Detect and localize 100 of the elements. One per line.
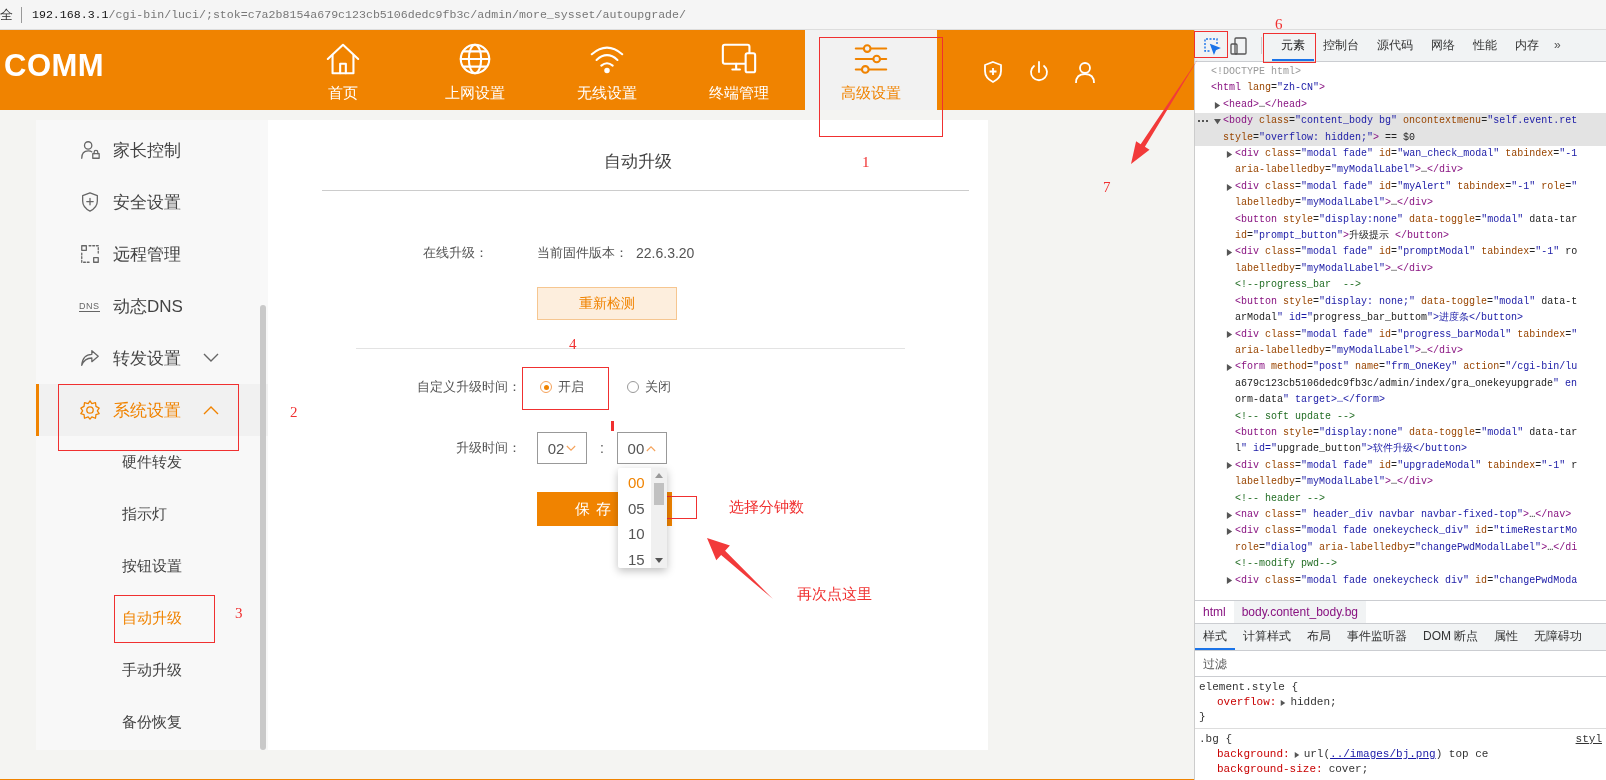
- styles-tab[interactable]: 属性: [1486, 624, 1527, 650]
- dom-node[interactable]: <div class="modal fade" id="upgradeModal" tabindex="-1" r labelledby="myModalLabel">…</div>: [1195, 457, 1606, 491]
- shield-icon: [79, 191, 101, 213]
- css-declaration: overflow: hidden;: [1216, 695, 1338, 710]
- sidebar-subitem[interactable]: 指示灯: [122, 505, 167, 522]
- field-label: 自定义升级时间：: [416, 378, 522, 396]
- gear-icon: [79, 399, 101, 421]
- dom-node[interactable]: <div class="modal fade" id="progress_barModal" tabindex=" aria-labelledby="myModalLabel">…</div>: [1195, 326, 1606, 360]
- devtools-tab[interactable]: 控制台: [1314, 30, 1368, 61]
- inspect-icon[interactable]: [1202, 35, 1222, 56]
- code-line: <!-- soft update -->: [1235, 409, 1356, 424]
- code-line: <nav class=" header_div navbar navbar-fixed-top">…</nav>: [1235, 507, 1572, 522]
- code-line: <div class="modal fade" id="progress_barModal" tabindex=": [1235, 327, 1578, 342]
- devtools-tab[interactable]: 内存: [1506, 30, 1548, 61]
- expand-triangle-icon[interactable]: [1293, 751, 1300, 758]
- dom-node[interactable]: <div class="modal fade onekeycheck_div" id="timeRestartMo role="dialog" aria-labelledby="changePwdModalLabel">…</di: [1195, 523, 1606, 557]
- code-line: labelledby="myModalLabel">…</div>: [1235, 261, 1435, 276]
- css-selector: element.style {: [1199, 680, 1299, 695]
- dropdown-option[interactable]: 05: [617, 495, 651, 521]
- sidebar-subitem[interactable]: 备份恢复: [122, 713, 182, 730]
- expand-triangle-icon[interactable]: [1226, 183, 1233, 191]
- styles-tab[interactable]: DOM 断点: [1415, 624, 1487, 650]
- sidebar-item[interactable]: 转发设置: [36, 332, 268, 384]
- dom-node[interactable]: <button style="display: none;" data-toggle="modal" data-t arModal" id="progress_bar_buttom">进度条</button>: [1195, 293, 1606, 327]
- dom-node[interactable]: <html lang="zh-CN">: [1195, 80, 1606, 97]
- sidebar-subitem[interactable]: 硬件转发: [122, 453, 182, 470]
- expand-triangle-icon[interactable]: [1226, 331, 1233, 339]
- code-line: labelledby="myModalLabel">…</div>: [1235, 196, 1435, 211]
- power-icon[interactable]: [1027, 60, 1051, 84]
- sidebar-item[interactable]: 安全设置: [36, 176, 268, 228]
- more-icon[interactable]: [1197, 120, 1208, 123]
- scroll-down-icon[interactable]: [654, 558, 663, 563]
- dom-node[interactable]: <!-- soft update -->: [1195, 408, 1606, 425]
- code-line: <!-- header -->: [1235, 491, 1325, 506]
- user-icon[interactable]: [1073, 60, 1097, 84]
- devtools-tab[interactable]: 源代码: [1368, 30, 1422, 61]
- dom-node[interactable]: <form method="post" name="frm_OneKey" action="/cgi-bin/lu a679c123cb5106dedc9fb3c/admin/index/gra_onekeyupgrade" en orm-data" target>…</form>: [1195, 359, 1606, 409]
- devtools-tab[interactable]: 元素: [1272, 30, 1314, 61]
- css-declaration: background: url(../images/bj.png) top ce: [1216, 747, 1490, 762]
- dom-node[interactable]: <!-- header -->: [1195, 490, 1606, 507]
- code-line: orm-data" target>…</form>: [1235, 393, 1387, 408]
- styles-tab[interactable]: 计算样式: [1235, 624, 1299, 650]
- styles-tab[interactable]: 事件监听器: [1339, 624, 1415, 650]
- code-line: style="overflow: hidden;"> == $0: [1223, 130, 1417, 145]
- source-link[interactable]: styl: [1575, 732, 1602, 747]
- code-line: <button style="display:none" data-toggle="modal" data-tar: [1235, 212, 1578, 227]
- breadcrumb-item[interactable]: html: [1195, 601, 1234, 623]
- scroll-thumb[interactable]: [653, 483, 664, 505]
- styles-tab[interactable]: 布局: [1299, 624, 1339, 650]
- shield-plus-icon[interactable]: [981, 60, 1005, 84]
- scrollbar[interactable]: [260, 305, 266, 750]
- dom-node[interactable]: <div class="modal fade" id="myAlert" tabindex="-1" role=" labelledby="myModalLabel">…</div>: [1195, 178, 1606, 212]
- dropdown-option[interactable]: 15: [617, 546, 651, 572]
- dom-node[interactable]: <body class="content_body bg" oncontextmenu="self.event.ret style="overflow: hidden;"> == $0: [1195, 113, 1606, 147]
- scrollbar[interactable]: [650, 468, 667, 568]
- dom-node[interactable]: <nav class=" header_div navbar navbar-fixed-top">…</nav>: [1195, 506, 1606, 524]
- styles-tab[interactable]: 样式: [1195, 624, 1235, 650]
- annotation-label: 选择分钟数: [729, 498, 804, 517]
- expand-triangle-icon[interactable]: [1226, 511, 1233, 519]
- sidebar-subitem[interactable]: 按钮设置: [122, 557, 182, 574]
- sidebar-subitem[interactable]: 手动升级: [122, 661, 182, 678]
- remote-icon: [79, 243, 101, 265]
- device-toolbar-icon[interactable]: [1229, 35, 1249, 56]
- breadcrumb-item[interactable]: body.content_body.bg: [1233, 601, 1366, 623]
- expand-triangle-icon[interactable]: [1226, 150, 1233, 158]
- devtools-tab[interactable]: 性能: [1464, 30, 1506, 61]
- sidebar-item[interactable]: DNS 动态DNS: [36, 280, 268, 332]
- dom-node[interactable]: <div class="modal fade" id="promptModal" tabindex="-1" ro labelledby="myModalLabel">…</div>: [1195, 244, 1606, 278]
- radio-option[interactable]: 关闭: [627, 378, 671, 396]
- dom-node[interactable]: <!--progress_bar -->: [1195, 277, 1606, 294]
- expand-triangle-icon[interactable]: [1226, 577, 1233, 585]
- code-line: labelledby="myModalLabel">…</div>: [1235, 475, 1435, 490]
- expand-triangle-icon[interactable]: [1280, 699, 1287, 706]
- chevron-icon[interactable]: [203, 353, 219, 363]
- devtools-tab[interactable]: 网络: [1422, 30, 1464, 61]
- expand-triangle-icon[interactable]: [1226, 528, 1233, 536]
- more-tabs-button[interactable]: »: [1548, 30, 1567, 61]
- dom-node[interactable]: <!--modify pwd-->: [1195, 556, 1606, 573]
- expand-triangle-icon[interactable]: [1214, 101, 1221, 109]
- dom-node[interactable]: <button style="display:none" data-toggle="modal" data-tar l" id="upgrade_button">软件升级</button>: [1195, 424, 1606, 458]
- expand-triangle-icon[interactable]: [1226, 364, 1233, 371]
- field-label: 升级时间：: [455, 439, 522, 457]
- sidebar-item[interactable]: 远程管理: [36, 228, 268, 280]
- styles-tab[interactable]: 无障碍功: [1526, 624, 1591, 650]
- expand-triangle-icon[interactable]: [1214, 117, 1221, 125]
- dom-node[interactable]: <div class="modal fade onekeycheck div" id="changePwdModa: [1195, 572, 1606, 589]
- minute-select[interactable]: 00: [616, 432, 667, 464]
- dom-node[interactable]: <button style="display:none" data-toggle="modal" data-tar id="prompt_button">升级提示 </button>: [1195, 211, 1606, 245]
- radio-option[interactable]: 开启: [540, 378, 584, 396]
- dom-node[interactable]: <div class="modal fade" id="wan_check_modal" tabindex="-1 aria-labelledby="myModalLabel">…</div>: [1195, 146, 1606, 179]
- sidebar-item[interactable]: 家长控制: [36, 124, 268, 176]
- annotation-box: [1263, 33, 1316, 63]
- dom-node[interactable]: <head>…</head>: [1195, 96, 1606, 114]
- hour-select[interactable]: 02: [537, 432, 587, 464]
- code-line: <div class="modal fade onekeycheck div" id="changePwdModa: [1235, 573, 1578, 588]
- code-line: <!DOCTYPE html>: [1211, 65, 1301, 79]
- expand-triangle-icon[interactable]: [1226, 249, 1233, 257]
- url-text[interactable]: 192.168.3.1/cgi-bin/luci/;stok=c7a2b8154a679c123cb5106dedc9fb3c/admin/more_sysset/autoupgrade/: [32, 8, 686, 21]
- expand-triangle-icon[interactable]: [1226, 462, 1233, 470]
- annotation-label: 7: [1103, 178, 1111, 197]
